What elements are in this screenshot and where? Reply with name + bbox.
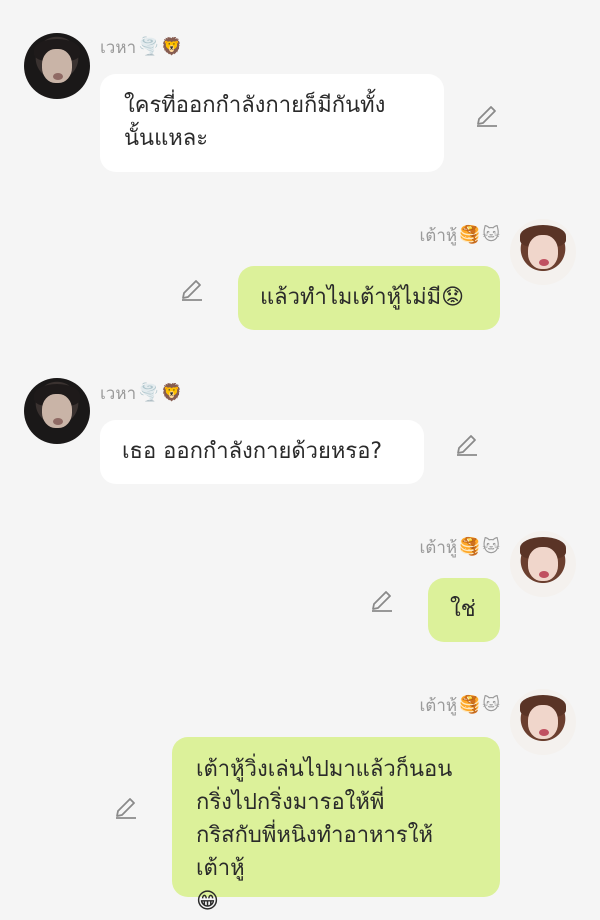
tornado-emoji: 🌪️ bbox=[138, 383, 160, 403]
message-bubble[interactable]: ใช่ bbox=[428, 578, 500, 642]
sender-name: เต้าหู้ 🥞 🐱 bbox=[419, 222, 500, 249]
avatar-mouth bbox=[53, 418, 63, 425]
sender-name-text: เวหา bbox=[100, 38, 137, 58]
message-bubble[interactable]: เต้าหู้วิ่งเล่นไปมาแล้วก็นอน กริ่งไปกริ่… bbox=[172, 737, 500, 914]
message-line: กริสกับพี่หนิงทำอาหารให้เต้าหู้ bbox=[196, 823, 433, 881]
sender-name-text: เวหา bbox=[100, 384, 137, 404]
sender-name-text: เต้าหู้ bbox=[419, 226, 458, 246]
message-line: แล้วทำไมเต้าหู้ไม่มี😟 bbox=[260, 285, 465, 310]
sender-avatar[interactable] bbox=[510, 219, 576, 285]
sender-name-text: เต้าหู้ bbox=[419, 538, 458, 558]
message-line: ใครที่ออกกำลังกายก็มีกันทั้ง bbox=[124, 93, 386, 118]
message-line: เต้าหู้วิ่งเล่นไปมาแล้วก็นอน bbox=[196, 757, 453, 782]
message-line: 😁 bbox=[196, 889, 219, 914]
lion-emoji: 🦁 bbox=[161, 383, 183, 403]
avatar-mouth bbox=[53, 73, 63, 80]
avatar-mouth bbox=[539, 571, 549, 578]
pencil-icon[interactable] bbox=[369, 588, 395, 614]
sender-name: เต้าหู้ 🥞 🐱 bbox=[419, 692, 500, 719]
sender-name: เต้าหู้ 🥞 🐱 bbox=[419, 534, 500, 561]
sender-name: เวหา 🌪️ 🦁 bbox=[100, 380, 182, 407]
message-line: ใช่ bbox=[450, 597, 476, 622]
message-bubble[interactable]: แล้วทำไมเต้าหู้ไม่มี😟 bbox=[238, 266, 500, 330]
lion-emoji: 🦁 bbox=[161, 37, 183, 57]
sender-avatar[interactable] bbox=[24, 378, 90, 444]
cat-emoji: 🐱 bbox=[482, 695, 500, 715]
message-line: เธอ ออกกำลังกายด้วยหรอ? bbox=[122, 439, 383, 464]
avatar-mouth bbox=[539, 729, 549, 736]
tornado-emoji: 🌪️ bbox=[138, 37, 160, 57]
message-bubble[interactable]: ใครที่ออกกำลังกายก็มีกันทั้ง นั้นแหละ bbox=[100, 74, 444, 172]
message-line: กริ่งไปกริ่งมารอให้พี่ bbox=[196, 790, 385, 815]
message-bubble[interactable]: เธอ ออกกำลังกายด้วยหรอ? bbox=[100, 420, 424, 484]
cat-emoji: 🐱 bbox=[482, 225, 500, 245]
sender-avatar[interactable] bbox=[510, 689, 576, 755]
cat-emoji: 🐱 bbox=[482, 537, 500, 557]
pencil-icon[interactable] bbox=[113, 795, 139, 821]
pencil-icon[interactable] bbox=[179, 277, 205, 303]
pancake-emoji: 🥞 bbox=[459, 695, 481, 715]
sender-avatar[interactable] bbox=[510, 531, 576, 597]
sender-name: เวหา 🌪️ 🦁 bbox=[100, 34, 182, 61]
pancake-emoji: 🥞 bbox=[459, 225, 481, 245]
sender-avatar[interactable] bbox=[24, 33, 90, 99]
avatar-mouth bbox=[539, 259, 549, 266]
message-line: นั้นแหละ bbox=[124, 126, 209, 151]
sender-name-text: เต้าหู้ bbox=[419, 696, 458, 716]
pencil-icon[interactable] bbox=[474, 103, 500, 129]
pancake-emoji: 🥞 bbox=[459, 537, 481, 557]
pencil-icon[interactable] bbox=[454, 432, 480, 458]
